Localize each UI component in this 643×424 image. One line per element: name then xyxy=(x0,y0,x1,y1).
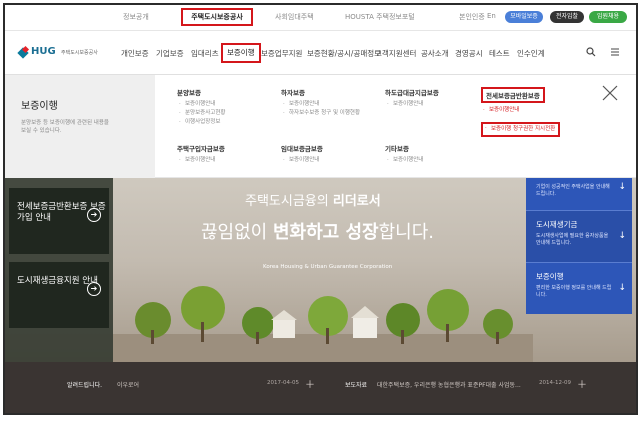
menu-sub-item[interactable]: 보증이행안내 xyxy=(385,100,439,109)
right-card-desc: 기업이 성공적인 주택사업을 안내해 드립니다. xyxy=(536,184,610,197)
nav-item-disclosure[interactable]: 경영공시 xyxy=(455,48,483,59)
util-link-auth[interactable]: 본인인증 xyxy=(459,12,485,22)
menu-col-purchase-guarantee: 주택구입자금보증 보증이행안내 xyxy=(177,143,225,165)
main-nav: HUG 주택도시보증공사 개인보증 기업보증 임대리츠 보증이행 보증업무지원 … xyxy=(5,31,636,75)
menu-col-deposit-guarantee: 임대보증금보증 보증이행안내 xyxy=(281,143,323,165)
logo-subtext: 주택도시보증공사 xyxy=(61,50,98,56)
arrow-down-icon: ↓ xyxy=(618,182,626,192)
hero-tagline-2: 끊임없이 변화하고 성장합니다. xyxy=(201,218,434,244)
menu-col-heading[interactable]: 임대보증금보증 xyxy=(281,143,323,153)
util-link-hug-highlight[interactable]: 주택도시보증공사 xyxy=(181,8,253,26)
menu-sub-item[interactable]: 보증이행안내 xyxy=(177,156,225,165)
menu-sub-item[interactable]: 보증이행안내 xyxy=(385,156,423,165)
menu-col-heading[interactable]: 하자보증 xyxy=(281,87,360,97)
menu-sub-item[interactable]: 보증이행안내 xyxy=(281,100,360,109)
menu-sub-item[interactable]: 보증이행안내 xyxy=(281,156,323,165)
side-card-title: 도시재생금융지원 안내 xyxy=(17,276,98,286)
notice-date: 2017-04-05 xyxy=(267,380,299,386)
side-card-urban[interactable]: 도시재생금융지원 안내 ➔ xyxy=(9,262,109,328)
hero-side-panel: 전세보증금반환보증 보증가입 안내 ➔ 도시재생금융지원 안내 ➔ xyxy=(5,178,113,362)
hero-right-panel: 기업이 성공적인 주택사업을 안내해 드립니다. ↓ 도시재생기금 도시재생사업… xyxy=(526,178,632,362)
menu-sub-item-highlight[interactable]: 보증이행 청구권한 지시전환 xyxy=(481,122,561,137)
page-frame: 정보공개 주택도시보증공사 사회임대주택 HOUSTA 주택정보포털 본인인증 … xyxy=(3,3,638,415)
nav-item-test[interactable]: 테스트 xyxy=(489,48,510,59)
menu-col-other-guarantee: 기타보증 보증이행안내 xyxy=(385,143,423,165)
mega-menu-intro: 보증이행 분양보증 등 보증이행에 관련된 내용을 보실 수 있습니다. xyxy=(5,75,155,178)
hero-tagline-1: 주택도시금융의 리더로서 xyxy=(245,190,381,209)
menu-col-sale-guarantee: 분양보증 보증이행안내 분양보증사고현황 이행사업장정보 xyxy=(177,87,225,127)
right-card-desc: 도시재생사업에 필요한 융자상품을 안내해 드립니다. xyxy=(536,233,609,246)
menu-col-heading[interactable]: 하도급대금지급보증 xyxy=(385,87,439,97)
nav-item-status[interactable]: 보증현황/공시/공매정보 xyxy=(307,48,381,59)
menu-sub-item[interactable]: 보증이행안내 xyxy=(481,106,560,115)
mega-menu-title: 보증이행 xyxy=(21,101,58,112)
menu-col-defect-guarantee: 하자보증 보증이행안내 하자보수보증 청구 및 이행현황 xyxy=(281,87,360,118)
menu-sub-item[interactable]: 이행사업장정보 xyxy=(177,118,225,127)
nav-item-personal[interactable]: 개인보증 xyxy=(121,48,149,59)
menu-sub-item[interactable]: 분양보증사고현황 xyxy=(177,109,225,118)
notice-text[interactable]: 이우로어 xyxy=(117,380,139,389)
right-card-fulfillment[interactable]: 보증이행 편리한 보증이행 정보를 안내해 드립니다. ↓ xyxy=(526,262,632,314)
tagline-bold: 변화하고 성장 xyxy=(272,222,379,243)
search-icon[interactable] xyxy=(586,47,596,57)
recruit-button[interactable]: 임원채용 xyxy=(589,11,627,23)
right-card-urban-fund[interactable]: 도시재생기금 도시재생사업에 필요한 융자상품을 안내해 드립니다. ↓ xyxy=(526,210,632,262)
menu-col-heading-highlight[interactable]: 전세보증금반환보증 xyxy=(481,87,545,103)
nav-item-customer[interactable]: 고객지원센터 xyxy=(375,48,416,59)
util-link-housta[interactable]: HOUSTA 주택정보포털 xyxy=(345,12,415,22)
menu-col-jeonse-guarantee: 전세보증금반환보증 보증이행안내 보증이행 청구권한 지시전환 xyxy=(481,83,561,137)
util-link-english[interactable]: En xyxy=(487,12,496,20)
news-bar: 알려드립니다. 이우로어 2017-04-05 ＋ 보도자료 대한주택보증, 우… xyxy=(5,362,636,413)
e-bid-button[interactable]: 전자입찰 xyxy=(550,11,584,23)
arrow-down-icon: ↓ xyxy=(618,231,626,241)
mobile-guarantee-button[interactable]: 모바일보증 xyxy=(505,11,543,23)
util-link-rental[interactable]: 사회임대주택 xyxy=(275,12,314,22)
nav-item-support[interactable]: 보증업무지원 xyxy=(261,48,302,59)
arrow-down-icon: ↓ xyxy=(618,283,626,293)
notice-label: 알려드립니다. xyxy=(67,382,103,389)
side-card-jeonse[interactable]: 전세보증금반환보증 보증가입 안내 ➔ xyxy=(9,188,109,254)
right-card-title: 보증이행 xyxy=(536,272,564,281)
nav-item-corporate[interactable]: 기업보증 xyxy=(156,48,184,59)
menu-icon[interactable] xyxy=(610,47,620,57)
menu-col-heading[interactable]: 기타보증 xyxy=(385,143,423,153)
tagline-bold: 리더로서 xyxy=(332,194,381,209)
logo-text: HUG xyxy=(31,46,56,57)
menu-sub-item[interactable]: 하자보수보증 청구 및 이행현황 xyxy=(281,109,360,118)
close-icon[interactable] xyxy=(602,85,618,101)
menu-col-heading[interactable]: 분양보증 xyxy=(177,87,225,97)
nav-item-fulfillment[interactable]: 보증이행 xyxy=(221,43,261,63)
hero-english-name: Korea Housing & Urban Guarantee Corporat… xyxy=(263,264,393,270)
tagline-text: 합니다. xyxy=(378,222,435,243)
right-card-desc: 편리한 보증이행 정보를 안내해 드립니다. xyxy=(536,285,612,298)
nav-item-handover[interactable]: 인수인계 xyxy=(517,48,545,59)
nav-item-lease-reits[interactable]: 임대리츠 xyxy=(191,48,219,59)
tagline-text: 주택도시금융의 xyxy=(245,194,333,209)
arrow-right-icon: ➔ xyxy=(87,208,101,222)
press-text[interactable]: 대한주택보증, 우리은행 농협은행과 표준PF대출 사업동... xyxy=(377,380,521,389)
nav-item-about[interactable]: 공사소개 xyxy=(421,48,449,59)
menu-col-heading[interactable]: 주택구입자금보증 xyxy=(177,143,225,153)
menu-col-subcontract-guarantee: 하도급대금지급보증 보증이행안내 xyxy=(385,87,439,109)
mega-menu-desc: 분양보증 등 보증이행에 관련된 내용을 보실 수 있습니다. xyxy=(21,120,109,134)
press-label: 보도자료 xyxy=(345,382,368,389)
arrow-right-icon: ➔ xyxy=(87,282,101,296)
hero-banner: 전세보증금반환보증 보증가입 안내 ➔ 도시재생금융지원 안내 ➔ 주택도시금융… xyxy=(5,178,636,362)
miniature-trees-illustration xyxy=(113,286,533,362)
right-card-title: 도시재생기금 xyxy=(536,220,578,229)
util-link-disclosure[interactable]: 정보공개 xyxy=(123,12,149,22)
press-more-icon[interactable]: ＋ xyxy=(577,376,587,391)
menu-sub-item[interactable]: 보증이행안내 xyxy=(177,100,225,109)
press-date: 2014-12-09 xyxy=(539,380,571,386)
mega-menu: 보증이행 분양보증 등 보증이행에 관련된 내용을 보실 수 있습니다. 분양보… xyxy=(5,75,636,178)
tagline-text: 끊임없이 xyxy=(201,222,273,243)
utility-bar: 정보공개 주택도시보증공사 사회임대주택 HOUSTA 주택정보포털 본인인증 … xyxy=(5,5,636,31)
notice-more-icon[interactable]: ＋ xyxy=(305,376,315,391)
